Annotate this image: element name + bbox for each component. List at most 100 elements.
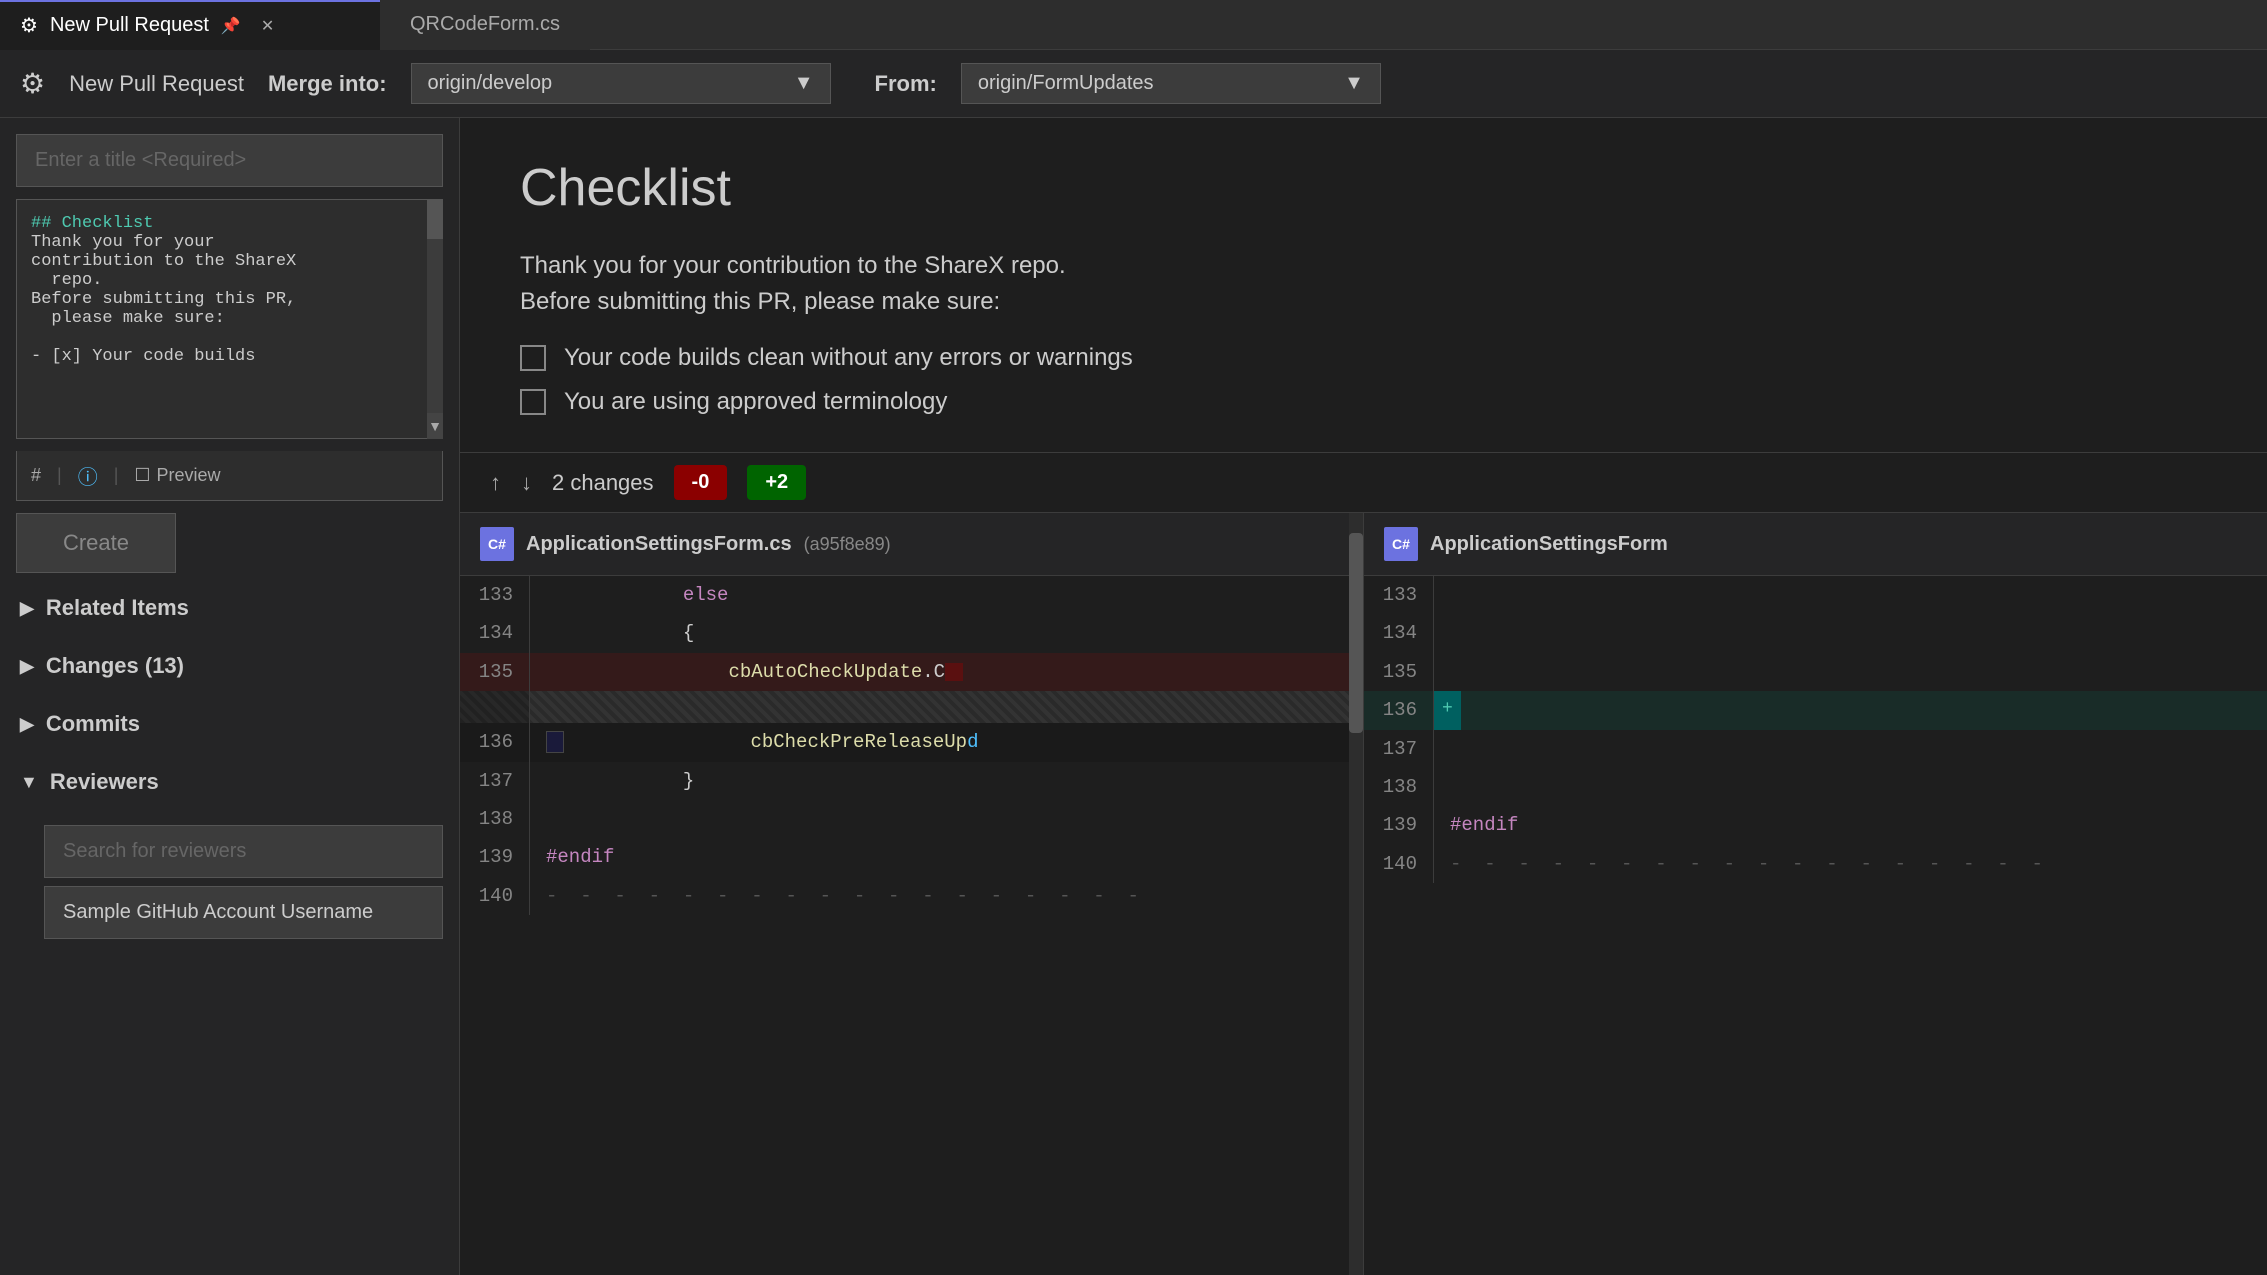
diff-filename-right: ApplicationSettingsForm [1430, 533, 1668, 556]
right-panel: Checklist Thank you for your contributio… [460, 118, 2267, 1275]
code-line: 138 [460, 800, 1363, 838]
toolbar-title: New Pull Request [69, 71, 244, 97]
code-line: 139 #endif [460, 838, 1363, 876]
diff-added-badge: +2 [747, 465, 806, 500]
diff-scrollbar-left[interactable] [1349, 513, 1363, 1275]
desc-scrollbar-thumb [427, 199, 443, 239]
preview-btn[interactable]: ☐ Preview [134, 465, 220, 486]
preview-intro-1: Thank you for your contribution to the S… [520, 248, 2207, 320]
reviewers-section-header[interactable]: ▼ Reviewers [16, 759, 443, 805]
merge-into-select[interactable]: origin/develop ▼ [411, 63, 831, 104]
diff-bar: ↑ ↓ 2 changes -0 +2 [460, 452, 2267, 513]
merge-into-label: Merge into: [268, 71, 387, 97]
from-chevron-icon: ▼ [1344, 72, 1364, 95]
preview-title: Checklist [520, 158, 2207, 218]
code-line: 137 } [460, 762, 1363, 800]
related-items-arrow: ▶ [20, 598, 34, 619]
code-line: 135 cbAutoCheckUpdate.C [460, 653, 1363, 691]
diff-panel-left-header: C# ApplicationSettingsForm.cs (a95f8e89) [460, 513, 1363, 576]
preview-area: Checklist Thank you for your contributio… [460, 118, 2267, 452]
from-branch-value: origin/FormUpdates [978, 72, 1154, 95]
commits-label: Commits [46, 711, 140, 737]
diff-changes-label: 2 changes [552, 470, 654, 496]
active-tab[interactable]: ⚙ New Pull Request 📌 ✕ [0, 0, 380, 50]
toolbar: ⚙ New Pull Request Merge into: origin/de… [0, 50, 2267, 118]
changes-section[interactable]: ▶ Changes (13) [16, 643, 443, 689]
diff-down-arrow[interactable]: ↓ [521, 470, 532, 496]
diff-panels: C# ApplicationSettingsForm.cs (a95f8e89)… [460, 513, 2267, 1275]
checkbox-2[interactable] [520, 389, 546, 415]
merge-into-value: origin/develop [428, 72, 553, 95]
title-bar: ⚙ New Pull Request 📌 ✕ QRCodeForm.cs [0, 0, 2267, 50]
left-panel: ## Checklist Thank you for your contribu… [0, 118, 460, 1275]
preview-label: Preview [157, 465, 221, 486]
code-line: 133 [1364, 576, 2267, 614]
code-line: 138 [1364, 768, 2267, 806]
changes-label: Changes (13) [46, 653, 184, 679]
changes-arrow: ▶ [20, 656, 34, 677]
diff-panel-left: C# ApplicationSettingsForm.cs (a95f8e89)… [460, 513, 1364, 1275]
code-line: 136 cbCheckPreReleaseUpd [460, 723, 1363, 761]
code-area-left: 133 else 134 { 135 cbAutoCheckUpda [460, 576, 1363, 915]
checklist-label-2: You are using approved terminology [564, 388, 947, 416]
cs-icon-left: C# [480, 527, 514, 561]
code-line: 134 { [460, 614, 1363, 652]
reviewer-name: Sample GitHub Account Username [63, 901, 373, 923]
code-line [460, 691, 1363, 723]
commits-section[interactable]: ▶ Commits [16, 701, 443, 747]
title-input[interactable] [16, 134, 443, 187]
reviewers-content: Sample GitHub Account Username [16, 817, 443, 939]
related-items-label: Related Items [46, 595, 189, 621]
reviewers-arrow: ▼ [20, 772, 38, 793]
desc-toolbar: # | ⓘ | ☐ Preview [16, 451, 443, 501]
from-label: From: [875, 71, 937, 97]
info-icon: ⓘ [78, 461, 98, 490]
code-area-right: 133 134 135 136 [1364, 576, 2267, 883]
inactive-tab[interactable]: QRCodeForm.cs [380, 0, 590, 50]
desc-scrollbar[interactable]: ▼ [427, 199, 443, 439]
create-button[interactable]: Create [16, 513, 176, 573]
reviewer-item[interactable]: Sample GitHub Account Username [44, 886, 443, 939]
active-tab-label: New Pull Request [50, 14, 209, 37]
diff-removed-badge: -0 [674, 465, 728, 500]
tab-icon: ⚙ [20, 13, 38, 38]
code-line: 137 [1364, 730, 2267, 768]
main-layout: ## Checklist Thank you for your contribu… [0, 118, 2267, 1275]
close-icon[interactable]: ✕ [261, 16, 274, 36]
merge-chevron-icon: ▼ [794, 72, 814, 95]
description-area[interactable]: ## Checklist Thank you for your contribu… [16, 199, 443, 439]
checklist-label-1: Your code builds clean without any error… [564, 344, 1133, 372]
code-line: 140 - - - - - - - - - - - - - - - - - - [460, 877, 1363, 915]
related-items-section[interactable]: ▶ Related Items [16, 585, 443, 631]
info-btn[interactable]: ⓘ [78, 461, 98, 490]
diff-panel-right-header: C# ApplicationSettingsForm [1364, 513, 2267, 576]
pin-icon[interactable]: 📌 [221, 16, 241, 36]
reviewer-search-input[interactable] [44, 825, 443, 878]
code-line: 135 [1364, 653, 2267, 691]
code-line: 139 #endif [1364, 806, 2267, 844]
diff-up-arrow[interactable]: ↑ [490, 470, 501, 496]
checklist-item-2: You are using approved terminology [520, 388, 2207, 416]
reviewers-label: Reviewers [50, 769, 159, 795]
hash-btn[interactable]: # [31, 465, 41, 486]
diff-scrollbar-thumb-left [1349, 533, 1363, 733]
pr-icon: ⚙ [20, 67, 45, 100]
cs-icon-right: C# [1384, 527, 1418, 561]
preview-icon: ☐ [134, 465, 150, 486]
hash-icon: # [31, 465, 41, 486]
desc-scroll-down[interactable]: ▼ [427, 413, 443, 439]
code-line: 140 - - - - - - - - - - - - - - - - - - [1364, 845, 2267, 883]
desc-header: ## Checklist [31, 214, 153, 233]
code-line: 136 + [1364, 691, 2267, 729]
commits-arrow: ▶ [20, 714, 34, 735]
code-line: 134 [1364, 614, 2267, 652]
code-line: 133 else [460, 576, 1363, 614]
checklist-item-1: Your code builds clean without any error… [520, 344, 2207, 372]
inactive-tab-label: QRCodeForm.cs [410, 13, 560, 36]
diff-filename-left: ApplicationSettingsForm.cs [526, 533, 792, 556]
diff-panel-right: C# ApplicationSettingsForm 133 134 [1364, 513, 2267, 1275]
diff-hash-left: (a95f8e89) [804, 534, 891, 555]
checkbox-1[interactable] [520, 345, 546, 371]
plus-indicator: + [1434, 691, 1461, 729]
from-branch-select[interactable]: origin/FormUpdates ▼ [961, 63, 1381, 104]
